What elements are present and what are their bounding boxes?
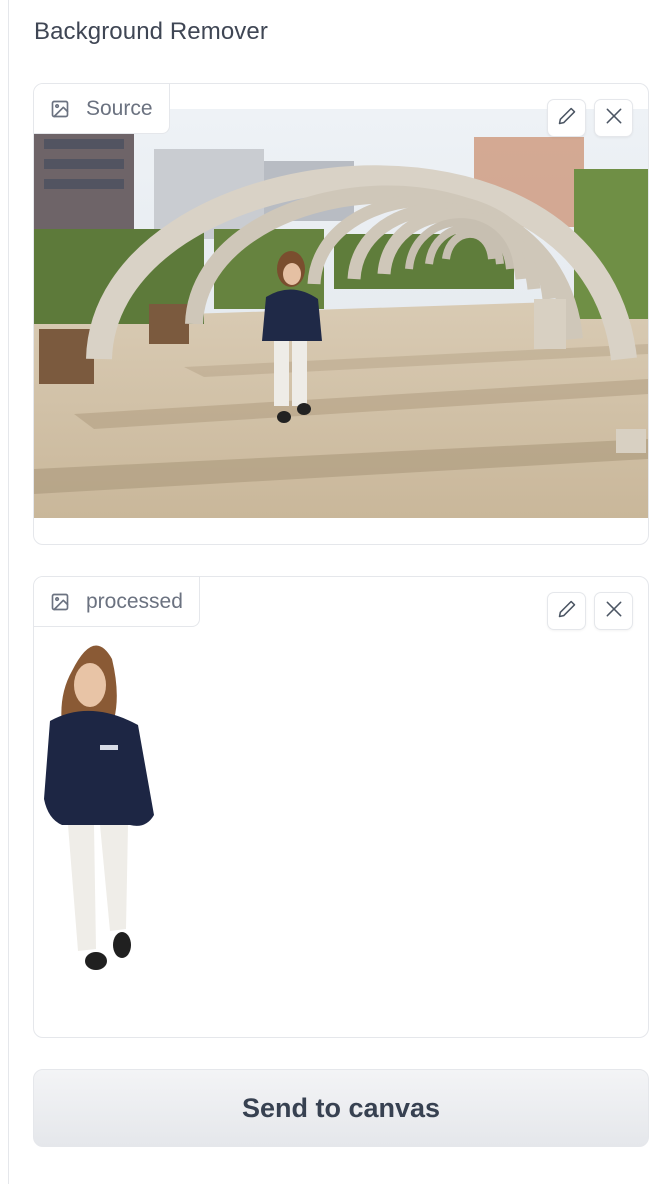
pencil-icon	[557, 599, 577, 624]
processed-clear-button[interactable]	[594, 592, 633, 630]
source-edit-button[interactable]	[547, 99, 586, 137]
source-label-text: Source	[86, 96, 153, 120]
page-left-border	[8, 0, 9, 1184]
close-icon	[604, 599, 624, 624]
source-image-panel[interactable]: Source	[33, 83, 649, 545]
source-photo[interactable]	[34, 109, 648, 518]
source-clear-button[interactable]	[594, 99, 633, 137]
close-icon	[604, 106, 624, 131]
image-icon	[50, 99, 70, 119]
cutout-figure	[44, 645, 154, 970]
source-actions	[547, 99, 633, 137]
image-icon	[50, 592, 70, 612]
send-to-canvas-button[interactable]: Send to canvas	[33, 1069, 649, 1147]
pencil-icon	[557, 106, 577, 131]
processed-label-text: processed	[86, 589, 183, 613]
source-panel-label: Source	[34, 84, 170, 134]
page-title: Background Remover	[34, 18, 268, 45]
processed-photo[interactable]	[34, 629, 648, 989]
processed-actions	[547, 592, 633, 630]
processed-image-panel[interactable]: processed	[33, 576, 649, 1038]
processed-edit-button[interactable]	[547, 592, 586, 630]
processed-panel-label: processed	[34, 577, 200, 627]
